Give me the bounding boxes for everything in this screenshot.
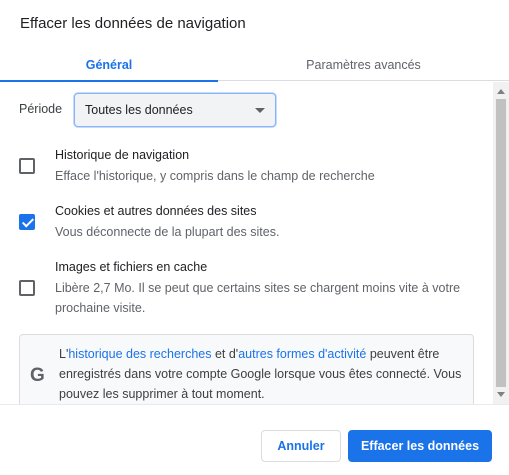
dialog-footer: Annuler Effacer les données — [0, 404, 509, 475]
period-selected-value: Toutes les données — [85, 103, 193, 117]
vertical-scrollbar[interactable] — [493, 82, 509, 404]
clear-browsing-data-dialog: Effacer les données de navigation Généra… — [0, 0, 509, 475]
period-select[interactable]: Toutes les données — [74, 93, 276, 127]
scroll-down-arrow-icon[interactable] — [497, 392, 505, 397]
cache-title: Images et fichiers en cache — [55, 260, 208, 274]
info-middle: et d' — [211, 347, 239, 361]
option-history: Historique de navigation Efface l'histor… — [0, 146, 490, 196]
google-g-icon: G — [30, 365, 45, 386]
history-checkbox[interactable] — [19, 158, 35, 174]
tab-general[interactable]: Général — [0, 48, 218, 82]
cookies-checkbox[interactable] — [19, 214, 35, 230]
dialog-content: Période Toutes les données Historique de… — [0, 82, 509, 404]
google-account-info-box: G L'historique des recherches et d'autre… — [19, 334, 474, 404]
info-text: L'historique des recherches et d'autres … — [59, 344, 469, 404]
cancel-button[interactable]: Annuler — [261, 430, 341, 462]
cookies-title: Cookies et autres données des sites — [55, 204, 257, 218]
dialog-title: Effacer les données de navigation — [20, 15, 246, 32]
cache-checkbox[interactable] — [19, 280, 35, 296]
option-cookies: Cookies et autres données des sites Vous… — [0, 202, 490, 252]
cache-description: Libère 2,7 Mo. Il se peut que certains s… — [55, 281, 461, 315]
period-label: Période — [19, 102, 63, 116]
history-description: Efface l'historique, y compris dans le c… — [55, 169, 375, 183]
option-cache: Images et fichiers en cache Libère 2,7 M… — [0, 258, 490, 328]
other-activity-link[interactable]: autres formes d'activité — [238, 347, 366, 361]
tab-bar: Général Paramètres avancés — [0, 48, 509, 82]
tab-advanced[interactable]: Paramètres avancés — [218, 48, 509, 81]
clear-data-button[interactable]: Effacer les données — [348, 430, 492, 462]
scroll-up-arrow-icon[interactable] — [497, 89, 505, 94]
scrollbar-thumb[interactable] — [496, 99, 506, 387]
search-history-link[interactable]: historique des recherches — [68, 347, 211, 361]
cookies-description: Vous déconnecte de la plupart des sites. — [55, 225, 280, 239]
history-title: Historique de navigation — [55, 148, 190, 162]
info-prefix: L' — [59, 347, 69, 361]
dropdown-caret-icon — [255, 108, 265, 113]
